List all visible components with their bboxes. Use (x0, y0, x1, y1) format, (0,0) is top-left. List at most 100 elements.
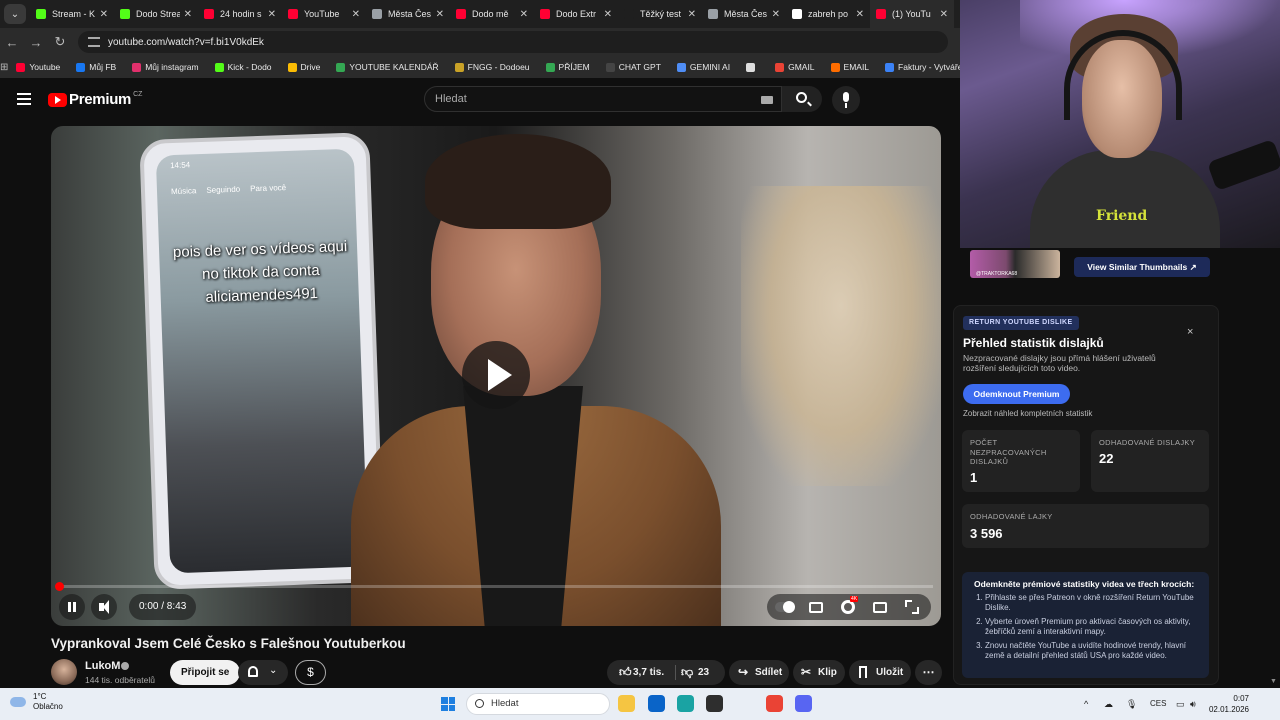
keyboard-icon[interactable] (761, 96, 773, 104)
chrome-icon[interactable] (766, 695, 783, 712)
site-info-icon[interactable] (88, 37, 100, 47)
bookmark-item[interactable]: YOUTUBE KALENDÁŘ (328, 62, 446, 72)
channel-name[interactable]: LukoM (85, 660, 120, 672)
browser-tab[interactable]: Dodo mě ✕ (450, 0, 534, 28)
bookmark-item[interactable]: Youtube (8, 62, 68, 72)
browser-tab[interactable]: Města Čes ✕ (366, 0, 450, 28)
reload-icon[interactable]: ↻ (48, 34, 72, 50)
bookmark-item[interactable]: Kick - Dodo (207, 62, 280, 72)
thanks-button[interactable]: $ (295, 660, 326, 685)
bookmark-item[interactable]: GEMINI AI (669, 62, 738, 72)
bookmark-item[interactable]: Drive (280, 62, 329, 72)
voice-search-button[interactable] (832, 86, 860, 114)
close-icon[interactable]: × (1187, 326, 1193, 338)
preview-stats-link[interactable]: Zobrazit náhled kompletních statistik (963, 409, 1092, 418)
search-input[interactable]: Hledat (424, 86, 782, 112)
autoplay-toggle[interactable] (775, 601, 795, 613)
tab-search-icon[interactable]: ⌄ (4, 4, 26, 24)
windows-start-icon[interactable] (441, 697, 455, 711)
save-button[interactable]: Uložit (849, 660, 911, 685)
like-icon[interactable]: 👍︎ (619, 660, 632, 685)
bookmark-favicon-icon (830, 62, 840, 72)
tab-title: YouTube (304, 9, 340, 19)
tab-close-icon[interactable]: ✕ (268, 9, 276, 20)
file-explorer-icon[interactable] (618, 695, 635, 712)
tab-close-icon[interactable]: ✕ (436, 9, 444, 20)
forward-arrow-icon[interactable]: → (24, 35, 48, 50)
tab-close-icon[interactable]: ✕ (688, 9, 696, 20)
network-icon[interactable]: ☁ (1104, 699, 1113, 710)
browser-tab[interactable]: zabreh po ✕ (786, 0, 870, 28)
clock[interactable]: 0:07 02.01.2026 (1207, 693, 1249, 715)
like-count[interactable]: 3,7 tis. (633, 660, 664, 685)
menu-icon[interactable] (17, 93, 31, 105)
tab-close-icon[interactable]: ✕ (940, 9, 948, 20)
taskbar-search[interactable]: Hledat (466, 693, 610, 715)
bookmark-item[interactable]: Můj FB (68, 62, 124, 72)
pause-button[interactable] (59, 594, 85, 620)
tab-title: Dodo Strea (136, 9, 180, 19)
subtitles-icon[interactable] (809, 602, 823, 613)
bookmark-item[interactable]: GMAIL (767, 62, 822, 72)
tab-close-icon[interactable]: ✕ (100, 9, 108, 20)
tab-close-icon[interactable]: ✕ (772, 9, 780, 20)
browser-tab[interactable]: Těžký test ✕ (618, 0, 702, 28)
browser-tab[interactable]: Stream - K ✕ (30, 0, 114, 28)
thumbnail-preview[interactable]: @TRAKTORKA68 (970, 250, 1060, 278)
unlock-premium-button[interactable]: Odemknout Premium (963, 384, 1070, 404)
view-similar-thumbnails-button[interactable]: View Similar Thumbnails ↗ (1074, 257, 1210, 277)
display-icon[interactable]: ▭ (1176, 699, 1185, 710)
join-button[interactable]: Připojit se (170, 660, 241, 685)
language-indicator[interactable]: CES (1150, 699, 1166, 708)
bookmark-item[interactable]: EMAIL (823, 62, 878, 72)
youtube-premium-logo[interactable]: Premium CZ (48, 91, 142, 108)
browser-tab[interactable]: 24 hodin s ✕ (198, 0, 282, 28)
share-button[interactable]: ↪ Sdílet (729, 660, 789, 685)
clip-button[interactable]: ✂ Klip (793, 660, 845, 685)
scroll-down-icon[interactable]: ▼ (1270, 678, 1277, 685)
tab-close-icon[interactable]: ✕ (604, 9, 612, 20)
channel-avatar[interactable] (51, 659, 77, 685)
tab-close-icon[interactable]: ✕ (520, 9, 528, 20)
mic-icon[interactable]: 🎙︎ (1126, 699, 1137, 710)
video-player[interactable]: 14:54 Música Seguindo Para você pois de … (51, 126, 941, 626)
dislike-count[interactable]: 23 (698, 660, 709, 685)
back-arrow-icon[interactable]: ← (0, 35, 24, 50)
more-actions-button[interactable]: ⋯ (915, 660, 942, 685)
browser-tab[interactable]: YouTube ✕ (282, 0, 366, 28)
large-play-button[interactable] (462, 341, 530, 409)
bookmark-item[interactable]: FNGG - Dodoeu (447, 62, 538, 72)
fullscreen-icon[interactable] (905, 600, 919, 614)
windows-taskbar: 1°C Oblačno Hledat ^ ☁ 🎙︎ CES ▭ 🔊︎ 0:07 … (0, 688, 1280, 720)
volume-icon[interactable]: 🔊︎ (1190, 699, 1196, 710)
browser-tab[interactable]: Města Čes ✕ (702, 0, 786, 28)
tab-favicon-icon (36, 9, 46, 19)
tab-close-icon[interactable]: ✕ (856, 9, 864, 20)
dislike-icon[interactable]: 👎︎ (681, 660, 693, 685)
miniplayer-icon[interactable] (873, 602, 887, 613)
bookmark-item[interactable]: Můj instagram (124, 62, 206, 72)
tab-favicon-icon (288, 9, 298, 19)
terminal-icon[interactable] (706, 695, 723, 712)
settings-gear-icon[interactable]: 4K (841, 596, 859, 614)
browser-tab[interactable]: (1) YouTu ✕ (870, 0, 954, 28)
volume-button[interactable] (91, 594, 117, 620)
search-button[interactable] (782, 86, 822, 112)
bookmarks-bar: ⊞ Youtube Můj FB Můj instagram Kick - Dodo D… (0, 56, 1046, 78)
browser-tab[interactable]: Dodo Strea ✕ (114, 0, 198, 28)
weather-widget[interactable]: 1°C Oblačno (10, 692, 63, 712)
chevron-up-icon[interactable]: ^ (1084, 699, 1088, 709)
url-field[interactable]: youtube.com/watch?v=f.bi1V0kdEk (78, 31, 948, 53)
tab-close-icon[interactable]: ✕ (352, 9, 360, 20)
bookmark-item[interactable]: CHAT GPT (598, 62, 669, 72)
tab-close-icon[interactable]: ✕ (184, 9, 192, 20)
apps-grid-icon[interactable]: ⊞ (0, 62, 8, 73)
subscribed-bell-button[interactable]: ⌄ (238, 660, 288, 685)
bookmark-item[interactable]: PŘÍJEM (538, 62, 598, 72)
discord-icon[interactable] (795, 695, 812, 712)
browser-tab[interactable]: Dodo Extr ✕ (534, 0, 618, 28)
outlook-icon[interactable] (648, 695, 665, 712)
edge-icon[interactable] (677, 695, 694, 712)
bookmark-item[interactable] (738, 62, 767, 72)
stat-card: POČET NEZPRACOVANÝCH DISLAJKŮ 1 (962, 430, 1080, 492)
